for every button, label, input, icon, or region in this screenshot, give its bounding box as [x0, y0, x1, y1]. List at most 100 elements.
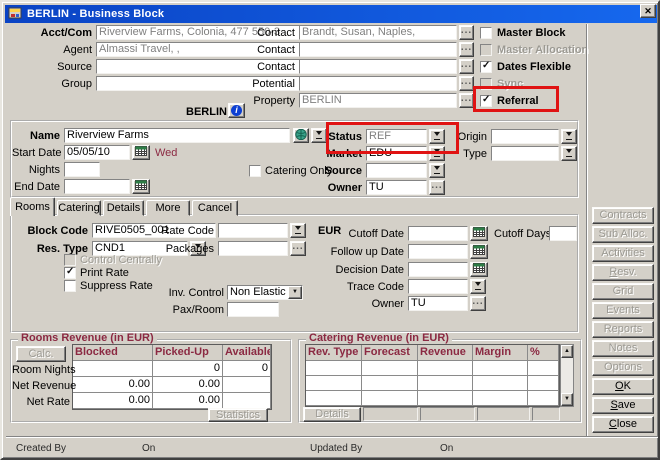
tab-details[interactable]: Details — [103, 200, 144, 216]
row-label-room-nights: Room Nights — [12, 363, 70, 378]
table-cell[interactable] — [473, 376, 528, 391]
info-glyph: i — [231, 105, 242, 116]
table-cell[interactable] — [223, 377, 271, 393]
table-cell[interactable]: 0 — [223, 361, 271, 377]
end-date-calendar-icon[interactable] — [132, 179, 150, 194]
type-lov-button[interactable] — [561, 146, 577, 161]
notes-button[interactable]: Notes — [592, 340, 654, 357]
sub-alloc-button[interactable]: Sub Alloc. — [592, 226, 654, 243]
table-cell[interactable] — [362, 391, 418, 406]
contact-1-field[interactable]: Brandt, Susan, Naples, — [299, 25, 457, 40]
table-cell[interactable]: 0.00 — [153, 393, 223, 409]
options-button[interactable]: Options — [592, 359, 654, 376]
table-cell[interactable] — [418, 361, 473, 376]
nights-field[interactable] — [64, 162, 100, 177]
table-cell[interactable] — [418, 391, 473, 406]
start-date-field[interactable]: 05/05/10 — [64, 145, 130, 160]
statistics-button[interactable]: Statistics — [208, 408, 268, 422]
business-block-window: BERLIN - Business Block ✕ Acct/Com River… — [0, 0, 660, 460]
table-cell[interactable]: 0.00 — [153, 377, 223, 393]
table-cell[interactable]: 0.00 — [73, 377, 153, 393]
contact-1-lookup-button[interactable]: ... — [459, 25, 474, 40]
window-title: BERLIN - Business Block — [27, 8, 164, 20]
dates-flexible-checkbox[interactable] — [480, 61, 492, 73]
globe-icon[interactable] — [293, 128, 309, 143]
close-button[interactable]: Close — [592, 416, 654, 433]
source-code-field[interactable] — [366, 163, 427, 178]
column-header: Margin — [473, 345, 528, 361]
grid-button[interactable]: Grid — [592, 283, 654, 300]
contracts-button[interactable]: Contracts — [592, 207, 654, 224]
table-cell[interactable] — [362, 361, 418, 376]
contact-2-field[interactable] — [299, 42, 457, 57]
sync-checkbox[interactable] — [480, 78, 492, 90]
type-field[interactable] — [491, 146, 559, 161]
origin-lov-button[interactable] — [561, 129, 577, 144]
scroll-down-icon[interactable]: ▼ — [561, 393, 573, 406]
rooms-revenue-groupbox: Rooms Revenue (in EUR) Calc. Blocked Pic… — [10, 339, 292, 423]
reports-button[interactable]: Reports — [592, 321, 654, 338]
save-button[interactable]: Save — [592, 397, 654, 414]
origin-label: Origin — [432, 130, 487, 145]
market-field[interactable]: EDU — [366, 146, 427, 161]
potential-lookup-button[interactable]: ... — [459, 76, 474, 91]
owner-lookup-button[interactable]: ... — [429, 180, 445, 195]
resv-button[interactable]: Resv. — [592, 264, 654, 281]
contact-1-label: Contact — [242, 26, 295, 41]
catering-only-checkbox[interactable] — [249, 165, 261, 177]
rooms-tab-panel — [10, 214, 579, 333]
table-cell[interactable] — [418, 376, 473, 391]
master-block-checkbox[interactable] — [480, 27, 492, 39]
status-field[interactable]: REF — [366, 129, 427, 144]
master-allocation-checkbox[interactable] — [480, 44, 492, 56]
property-lookup-button[interactable]: ... — [459, 93, 474, 108]
table-cell[interactable]: 0.00 — [73, 393, 153, 409]
table-cell[interactable] — [528, 376, 559, 391]
tab-more[interactable]: More — [146, 200, 190, 216]
name-field[interactable]: Riverview Farms — [64, 128, 290, 143]
start-date-calendar-icon[interactable] — [132, 145, 150, 160]
catering-table-scrollbar[interactable]: ▲ ▼ — [560, 344, 574, 407]
table-cell[interactable] — [306, 376, 362, 391]
table-cell[interactable] — [73, 361, 153, 377]
table-cell[interactable] — [528, 391, 559, 406]
tab-cancel[interactable]: Cancel — [192, 200, 238, 216]
ok-button[interactable]: OK — [592, 378, 654, 395]
calc-button[interactable]: Calc. — [16, 346, 66, 362]
info-icon[interactable]: i — [228, 103, 245, 118]
catering-total-percent — [532, 407, 560, 421]
property-field[interactable]: BERLIN — [299, 93, 457, 108]
scroll-up-icon[interactable]: ▲ — [561, 345, 573, 358]
acct-com-label: Acct/Com — [8, 26, 92, 41]
table-cell[interactable] — [362, 376, 418, 391]
table-cell[interactable] — [306, 391, 362, 406]
potential-field[interactable] — [299, 76, 457, 91]
table-cell[interactable] — [473, 361, 528, 376]
row-label-net-revenue: Net Revenue — [12, 379, 70, 394]
table-cell[interactable] — [528, 361, 559, 376]
rooms-revenue-table: Blocked Picked-Up Available 0 0 0.00 0.0… — [72, 344, 272, 410]
close-icon[interactable]: ✕ — [640, 4, 656, 18]
table-cell[interactable] — [223, 393, 271, 409]
table-cell[interactable] — [306, 361, 362, 376]
contact-3-lookup-button[interactable]: ... — [459, 59, 474, 74]
contact-2-lookup-button[interactable]: ... — [459, 42, 474, 57]
created-on-label: On — [142, 443, 155, 454]
owner-field[interactable]: TU — [366, 180, 427, 195]
table-cell[interactable]: 0 — [153, 361, 223, 377]
activities-button[interactable]: Activities — [592, 245, 654, 262]
end-date-label: End Date — [12, 180, 60, 195]
table-cell[interactable] — [473, 391, 528, 406]
nights-label: Nights — [12, 163, 60, 178]
property-banner-label: BERLIN — [186, 105, 227, 120]
tab-rooms[interactable]: Rooms — [10, 197, 55, 216]
tab-catering[interactable]: Catering — [57, 200, 101, 216]
end-date-field[interactable] — [64, 179, 130, 194]
origin-field[interactable] — [491, 129, 559, 144]
events-button[interactable]: Events — [592, 302, 654, 319]
contact-3-field[interactable] — [299, 59, 457, 74]
details-button[interactable]: Details — [303, 407, 361, 422]
referral-checkbox[interactable] — [480, 95, 492, 107]
source-lov-button[interactable] — [429, 163, 445, 178]
source-code-label: Source — [310, 164, 362, 179]
